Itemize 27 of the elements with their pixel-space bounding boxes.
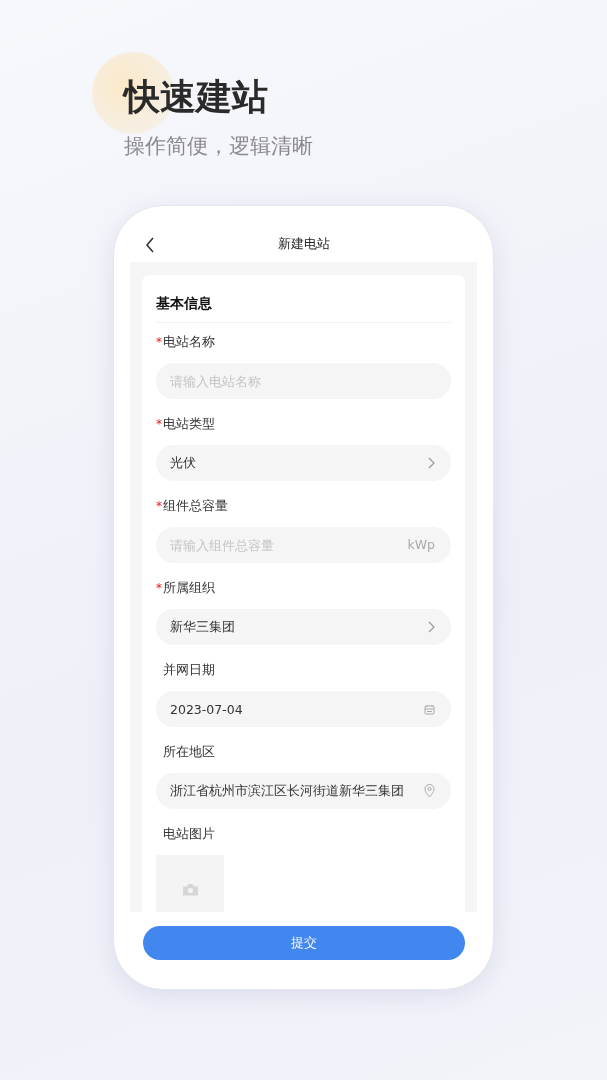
select-field[interactable]: 新华三集团 [156,609,451,645]
unit-label: kWp [407,537,435,553]
field-label: 所属组织 [163,579,215,597]
select-field[interactable]: 光伏 [156,445,451,481]
date-field[interactable]: 2023-07-04 [156,691,451,727]
field-label: 并网日期 [163,661,215,679]
required-mark: * [156,417,163,431]
submit-button[interactable]: 提交 [142,926,465,960]
field-label: 所在地区 [163,743,215,761]
required-mark: * [156,581,163,595]
promo-title: 快速建站 [124,75,269,119]
chevron-icon [428,457,435,469]
field-label: 电站类型 [163,415,215,433]
camera-icon [181,882,199,896]
screen-title: 新建电站 [277,235,330,253]
section-title: 基本信息 [156,294,213,313]
required-mark: * [156,335,163,349]
field-label: 组件总容量 [163,497,228,515]
promo-subtitle: 操作简便，逻辑清晰 [124,133,314,160]
chevron-icon [428,621,435,633]
field-label: 电站图片 [163,825,215,843]
calendar-icon [424,703,435,715]
location-field[interactable]: 浙江省杭州市滨江区长河街道新华三集团 [156,773,451,809]
back-icon[interactable] [145,237,155,253]
required-mark: * [156,499,163,513]
location-pin-icon [424,784,435,798]
field-label: 电站名称 [163,333,215,351]
